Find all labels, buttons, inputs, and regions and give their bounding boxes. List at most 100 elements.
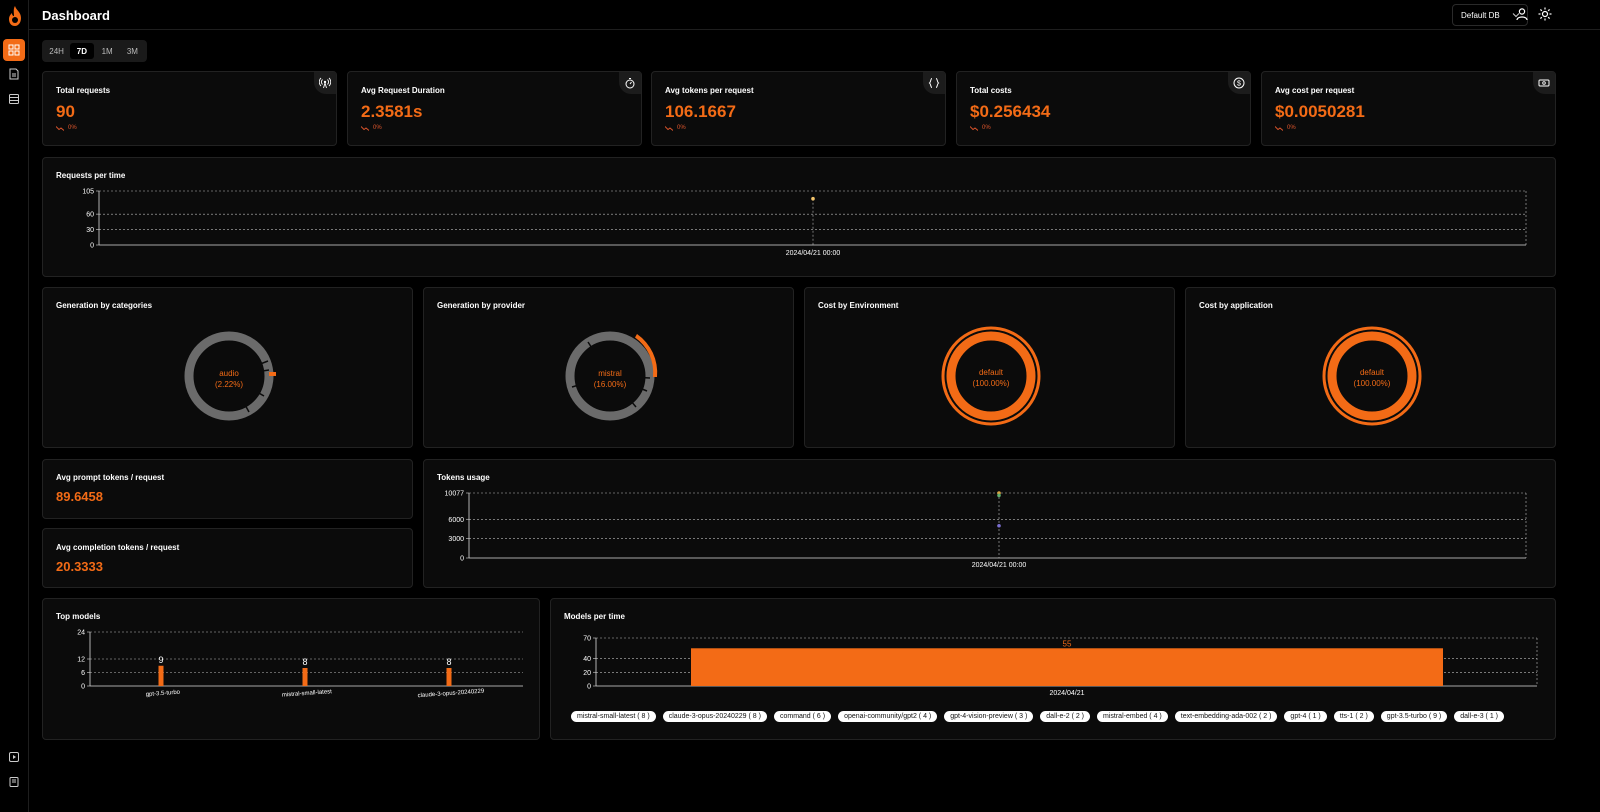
stat-icon-box (314, 72, 336, 94)
flame-logo-icon (9, 6, 21, 26)
stat-value: $0.256434 (970, 102, 1051, 121)
model-tag[interactable]: mistral-small-latest ( 8 ) (571, 711, 656, 722)
chart-title: Cost by Environment (818, 301, 899, 310)
x-tick-label: 2024/04/21 00:00 (972, 562, 1027, 569)
x-tick-label: gpt-3.5-turbo (146, 690, 181, 698)
categories-donut-chart: audio (2.22%) (184, 331, 276, 421)
donut-center-pct: (16.00%) (594, 380, 627, 389)
user-icon[interactable] (1515, 7, 1529, 21)
sidebar-docs-button[interactable] (3, 771, 25, 793)
model-tag[interactable]: dall-e-2 ( 2 ) (1040, 711, 1091, 722)
bar (302, 668, 308, 686)
y-tick-label: 0 (587, 684, 591, 691)
bar-value-label: 8 (446, 657, 451, 667)
stat-icon-box (923, 72, 945, 94)
range-24h-tab[interactable]: 24H (45, 43, 68, 59)
trend-down-icon (361, 125, 369, 131)
requests-chart: 0 30 60 105 2024/04/21 00:00 (82, 189, 1527, 257)
models-per-time-card: Models per time 0 20 40 70 55 2024/04/21 mist… (550, 598, 1556, 740)
trend-down-icon (1275, 125, 1283, 131)
model-tag[interactable]: mistral-embed ( 4 ) (1097, 711, 1168, 722)
model-tag[interactable]: claude-3-opus-20240229 ( 8 ) (662, 711, 767, 722)
bar (691, 648, 1443, 686)
stat-card-total-requests: Total requests 90 0% (42, 71, 337, 146)
stat-change: 0% (56, 125, 77, 131)
y-tick-label: 0 (90, 243, 94, 250)
stat-change-text: 0% (677, 125, 686, 131)
x-tick-label: 2024/04/21 (1049, 690, 1084, 697)
sidebar-database-button[interactable] (3, 88, 25, 110)
stat-title: Total costs (970, 86, 1012, 95)
trend-down-icon (56, 125, 64, 131)
stat-change-text: 0% (1287, 125, 1296, 131)
model-tag[interactable]: gpt-3.5-turbo ( 9 ) (1380, 711, 1448, 722)
model-tag[interactable]: openai-community/gpt2 ( 4 ) (838, 711, 938, 722)
book-icon (9, 777, 19, 787)
donut-center-label: mistral (598, 369, 622, 378)
x-tick-label: 2024/04/21 00:00 (786, 250, 841, 257)
database-select-label: Default DB (1461, 10, 1500, 20)
model-tag[interactable]: command ( 6 ) (773, 711, 832, 722)
donut-center-pct: (100.00%) (973, 379, 1010, 388)
y-tick-label: 60 (86, 212, 94, 219)
chart-title: Cost by application (1199, 301, 1273, 310)
card-title: Avg completion tokens / request (56, 543, 180, 552)
braces-icon (928, 78, 940, 88)
avg-prompt-value: 89.6458 (56, 489, 103, 504)
data-point (997, 493, 1001, 498)
range-1m-tab[interactable]: 1M (96, 43, 119, 59)
donut-card-environment: Cost by Environment default (100.00%) (804, 287, 1175, 448)
card-title: Avg prompt tokens / request (56, 473, 165, 482)
sun-theme-icon[interactable] (1538, 7, 1552, 21)
stat-title: Avg cost per request (1275, 86, 1355, 95)
dollar-icon: $ (1233, 77, 1245, 89)
sidebar-play-button[interactable] (3, 746, 25, 768)
stat-change-text: 0% (373, 125, 382, 131)
chart-title: Generation by provider (437, 301, 526, 310)
donut-center-pct: (2.22%) (215, 380, 243, 389)
y-tick-label: 6 (81, 670, 85, 677)
application-donut-chart: default (100.00%) (1322, 326, 1422, 426)
donut-card-categories: Generation by categories audio (2.22%) (42, 287, 413, 448)
avg-completion-value: 20.3333 (56, 559, 103, 574)
y-tick-label: 20 (583, 670, 591, 677)
sidebar-requests-button[interactable] (3, 63, 25, 85)
page-title: Dashboard (42, 8, 110, 23)
stat-icon-box: $ (1228, 72, 1250, 94)
requests-per-time-card: Requests per time 0 30 60 105 2024/04/21 00:… (42, 157, 1556, 277)
donut-center-label: audio (219, 369, 239, 378)
y-tick-label: 0 (460, 556, 464, 563)
x-tick-label: claude-3-opus-20240229 (417, 688, 485, 699)
trend-down-icon (970, 125, 978, 131)
stat-title: Avg tokens per request (665, 86, 754, 95)
range-7d-tab[interactable]: 7D (70, 43, 94, 59)
model-tag[interactable]: gpt-4-vision-preview ( 3 ) (944, 711, 1034, 722)
stat-value: 106.1667 (665, 102, 736, 121)
document-icon (9, 68, 19, 80)
range-3m-tab[interactable]: 3M (121, 43, 144, 59)
model-tag[interactable]: gpt-4 ( 1 ) (1284, 711, 1327, 722)
donut-center-label: default (979, 368, 1004, 377)
donut-card-application: Cost by application default (100.00%) (1185, 287, 1556, 448)
play-icon (9, 752, 19, 762)
sidebar-dashboard-button[interactable] (3, 39, 25, 61)
avg-prompt-tokens-card: Avg prompt tokens / request 89.6458 (42, 459, 413, 519)
y-tick-label: 12 (77, 657, 85, 664)
stopwatch-icon (625, 78, 635, 89)
donut-active-slice (269, 372, 276, 376)
stat-change: 0% (665, 125, 686, 131)
bar-value-label: 8 (302, 657, 307, 667)
model-tag[interactable]: tts-1 ( 2 ) (1333, 711, 1374, 722)
cash-icon (1538, 79, 1550, 87)
y-tick-label: 24 (77, 630, 85, 637)
bar-value-label: 9 (158, 655, 163, 665)
trend-down-icon (665, 125, 673, 131)
model-tag[interactable]: dall-e-3 ( 1 ) (1454, 711, 1504, 722)
stat-icon-box (619, 72, 641, 94)
y-tick-label: 3000 (448, 536, 464, 543)
model-tag[interactable]: text-embedding-ada-002 ( 2 ) (1174, 711, 1278, 722)
y-tick-label: 105 (82, 189, 94, 196)
stat-card-avg-request-duration: Avg Request Duration 2.3581s 0% (347, 71, 642, 146)
models-tag-row: mistral-small-latest ( 8 ) claude-3-opus-… (571, 711, 1543, 725)
top-models-card: Top models 0 6 12 24 9 gpt-3.5-turbo 8 mistral-… (42, 598, 540, 740)
